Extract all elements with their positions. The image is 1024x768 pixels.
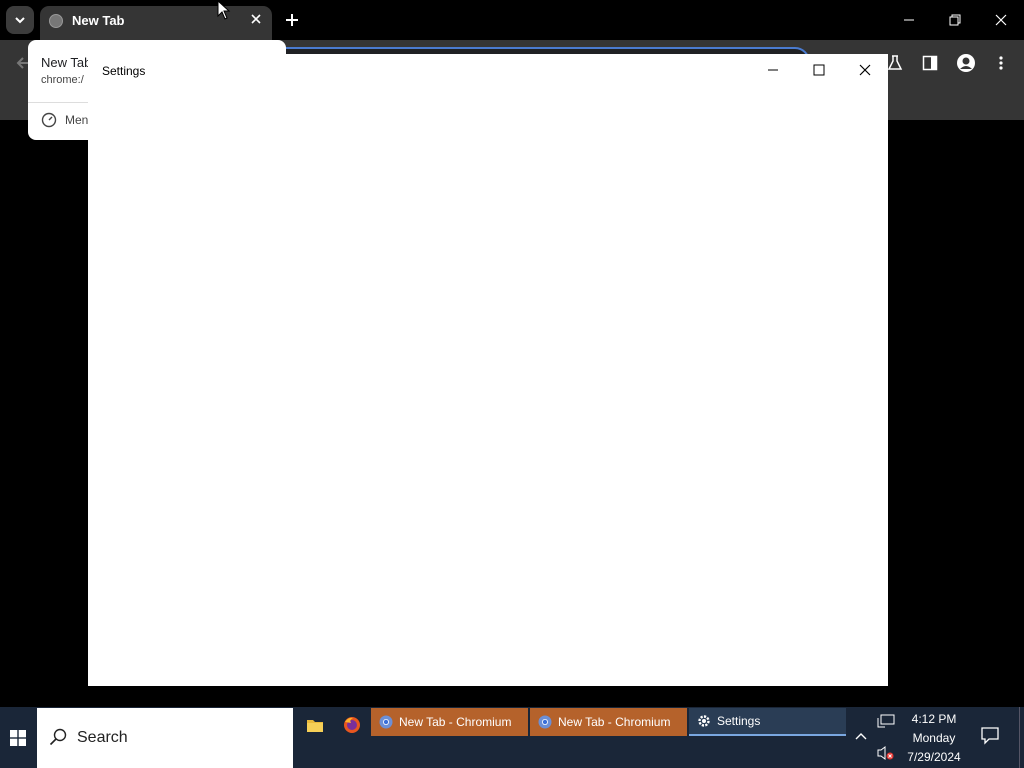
show-desktop-button[interactable] bbox=[1019, 707, 1024, 768]
browser-restore-button[interactable] bbox=[932, 0, 978, 40]
maximize-icon bbox=[813, 64, 825, 76]
chevron-down-icon bbox=[15, 17, 25, 24]
profile-button[interactable] bbox=[955, 52, 977, 74]
settings-minimize-button[interactable] bbox=[750, 54, 796, 86]
search-placeholder: Search bbox=[77, 729, 128, 746]
taskbar-item-settings[interactable]: Settings bbox=[689, 708, 846, 736]
chevron-up-icon bbox=[855, 733, 867, 740]
browser-minimize-button[interactable] bbox=[886, 0, 932, 40]
taskbar-clock[interactable]: 4:12 PM Monday 7/29/2024 bbox=[898, 710, 970, 767]
plus-icon bbox=[286, 14, 298, 26]
search-icon bbox=[49, 728, 67, 746]
profile-avatar-icon bbox=[957, 54, 975, 72]
start-button[interactable] bbox=[0, 707, 36, 768]
firefox-button[interactable] bbox=[337, 710, 367, 740]
tab-close-button[interactable] bbox=[248, 11, 264, 27]
mouse-cursor-icon bbox=[217, 0, 231, 20]
browser-tabstrip: New Tab bbox=[0, 0, 1024, 40]
clock-day: Monday bbox=[912, 731, 956, 745]
window-title: Settings bbox=[102, 64, 146, 78]
taskbar-item-chromium-1[interactable]: New Tab - Chromium bbox=[371, 708, 528, 736]
clock-date: 7/29/2024 bbox=[907, 750, 961, 764]
chromium-icon bbox=[538, 715, 552, 729]
folder-icon bbox=[307, 720, 323, 732]
minimize-icon bbox=[904, 19, 914, 21]
taskbar-item-chromium-2[interactable]: New Tab - Chromium bbox=[530, 708, 687, 736]
hover-card-url: chrome:/ bbox=[41, 74, 84, 86]
tab-title: New Tab bbox=[72, 13, 125, 28]
show-hidden-icons-button[interactable] bbox=[851, 727, 871, 747]
tab-new-tab[interactable]: New Tab bbox=[40, 6, 272, 40]
browser-menu-button[interactable] bbox=[990, 52, 1012, 74]
gear-icon bbox=[698, 715, 710, 727]
network-icon bbox=[877, 714, 895, 728]
file-explorer-button[interactable] bbox=[300, 710, 330, 740]
taskbar-search-box[interactable]: Search bbox=[37, 708, 293, 768]
new-tab-button[interactable] bbox=[280, 8, 304, 32]
windows-logo-icon bbox=[10, 729, 26, 746]
side-panel-button[interactable] bbox=[919, 52, 941, 74]
taskbar-item-label: New Tab - Chromium bbox=[558, 715, 671, 729]
volume-button[interactable] bbox=[876, 743, 896, 763]
hover-card-memory: Men bbox=[65, 113, 89, 127]
close-icon bbox=[859, 64, 871, 76]
action-center-button[interactable] bbox=[980, 725, 1004, 749]
clock-time: 4:12 PM bbox=[911, 712, 957, 726]
restore-icon bbox=[949, 14, 961, 26]
speedometer-icon bbox=[41, 112, 57, 128]
taskbar: Search New Tab - Chromium New Tab - Chro… bbox=[0, 707, 1024, 768]
firefox-icon bbox=[344, 717, 360, 733]
settings-maximize-button[interactable] bbox=[796, 54, 842, 86]
flask-icon bbox=[887, 55, 903, 70]
side-panel-icon bbox=[922, 55, 938, 71]
chromium-icon bbox=[379, 715, 393, 729]
notification-icon bbox=[981, 727, 999, 745]
close-icon bbox=[995, 14, 1007, 26]
close-icon bbox=[251, 14, 261, 24]
globe-icon bbox=[49, 14, 63, 28]
more-vert-icon bbox=[999, 56, 1003, 70]
tab-search-button[interactable] bbox=[6, 6, 34, 34]
settings-close-button[interactable] bbox=[842, 54, 888, 86]
hover-card-title: New Tab bbox=[41, 55, 92, 70]
network-button[interactable] bbox=[876, 712, 896, 732]
volume-muted-icon bbox=[877, 746, 894, 760]
settings-window: Settings bbox=[88, 54, 888, 686]
taskbar-item-label: Settings bbox=[717, 714, 761, 728]
taskbar-item-label: New Tab - Chromium bbox=[399, 715, 512, 729]
browser-close-button[interactable] bbox=[978, 0, 1024, 40]
minimize-icon bbox=[768, 69, 778, 71]
